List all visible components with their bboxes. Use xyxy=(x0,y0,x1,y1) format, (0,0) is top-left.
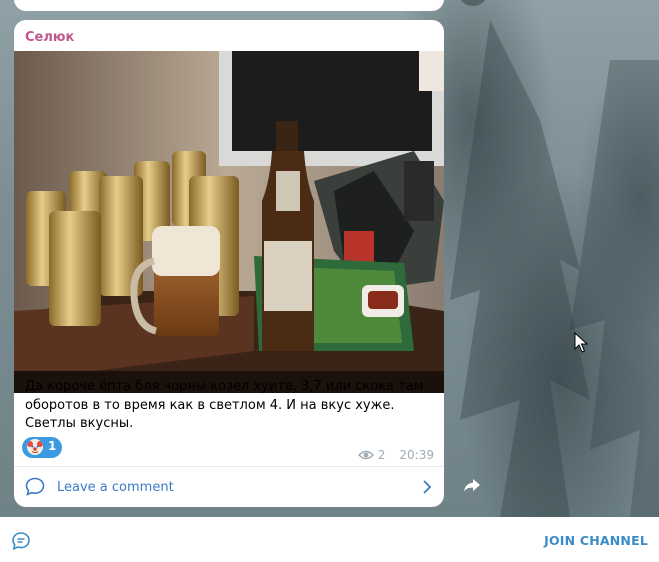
message-photo[interactable] xyxy=(14,51,444,393)
leave-comment-button[interactable]: Leave a comment xyxy=(14,467,444,507)
bottom-bar: JOIN CHANNEL xyxy=(0,517,659,562)
views-eye-icon xyxy=(357,450,374,460)
comment-bubble-icon xyxy=(25,477,45,496)
forward-share-icon[interactable] xyxy=(463,478,481,492)
forest-background-decoration xyxy=(450,20,659,517)
message-meta: 2 20:39 xyxy=(357,448,434,462)
message-bubble: Селюк Да короче ёпта бля чорны козел хуи… xyxy=(14,20,444,507)
clown-face-icon xyxy=(27,439,43,455)
previous-message-bubble xyxy=(14,0,444,11)
join-channel-button[interactable]: JOIN CHANNEL xyxy=(544,533,648,548)
discussion-chat-icon[interactable] xyxy=(11,531,31,551)
chevron-right-icon xyxy=(423,480,432,494)
views-count: 2 xyxy=(377,448,386,462)
reaction-chip[interactable]: 1 xyxy=(22,437,62,458)
mouse-cursor-icon xyxy=(574,332,588,353)
message-text: Да короче ёпта бля чорны козел хуита, 3,… xyxy=(25,379,424,431)
reaction-count: 1 xyxy=(48,439,57,453)
author-name[interactable]: Селюк xyxy=(25,30,74,45)
leave-comment-label: Leave a comment xyxy=(57,480,174,495)
message-time: 20:39 xyxy=(399,448,434,462)
